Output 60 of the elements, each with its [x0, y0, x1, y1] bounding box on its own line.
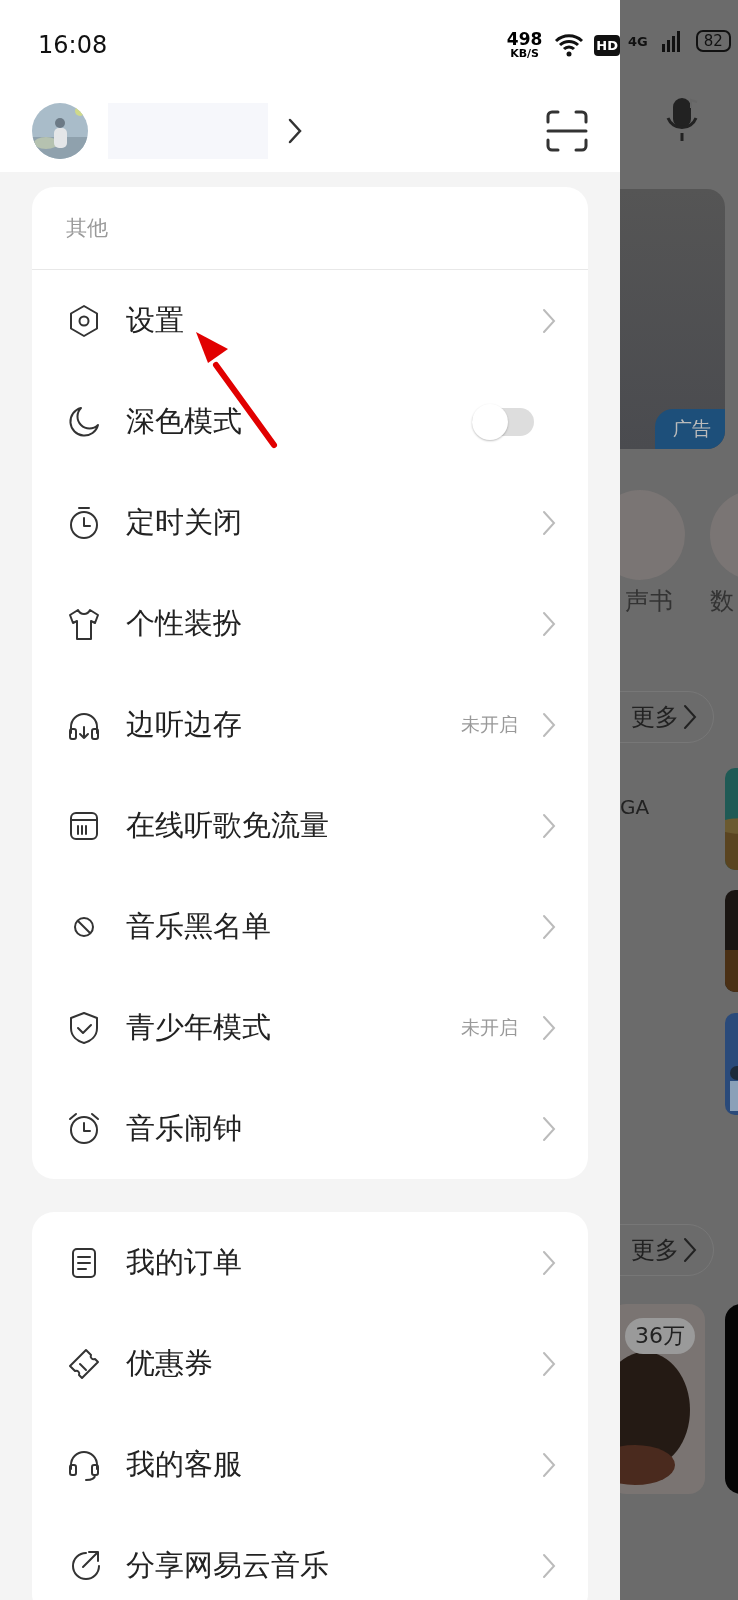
chevron-icon — [288, 118, 302, 144]
menu-label: 个性装扮 — [126, 604, 243, 642]
chevron-icon — [542, 1014, 556, 1041]
network-speed-unit: KB/S — [510, 48, 539, 59]
menu-item[interactable]: 定时关闭 — [32, 472, 588, 573]
menu-label: 边听边存 — [126, 705, 243, 743]
network-speed: 498 — [506, 31, 543, 48]
menu-item[interactable]: 在线听歌免流量 — [32, 775, 588, 876]
status-text: 未开启 — [461, 1014, 518, 1040]
chevron-icon — [542, 1552, 556, 1579]
shortcut-label: 声书 — [625, 586, 673, 617]
menu-item[interactable]: 青少年模式 未开启 — [32, 977, 588, 1078]
chevron-icon — [542, 610, 556, 637]
menu-label: 我的订单 — [126, 1243, 243, 1281]
menu-label: 深色模式 — [126, 402, 243, 440]
song-text: GA — [620, 795, 650, 819]
battery-level: 82 — [695, 30, 731, 52]
menu-label: 设置 — [126, 301, 185, 339]
chevron-icon — [542, 307, 556, 334]
menu-item[interactable]: 音乐闹钟 — [32, 1078, 588, 1179]
menu-label: 音乐黑名单 — [126, 907, 272, 945]
menu-label: 优惠券 — [126, 1344, 214, 1382]
menu-item[interactable]: 设置 — [32, 270, 588, 371]
menu-item[interactable]: 我的客服 — [32, 1414, 588, 1515]
chevron-icon — [542, 913, 556, 940]
chevron-icon — [542, 1115, 556, 1142]
shortcut-label: 数 — [710, 586, 734, 617]
menu-item[interactable]: 个性装扮 — [32, 573, 588, 674]
menu-label: 我的客服 — [126, 1445, 243, 1483]
scan-icon[interactable] — [546, 110, 588, 152]
ad-label: 广告 — [655, 409, 725, 449]
menu-item[interactable]: 优惠券 — [32, 1313, 588, 1414]
chevron-icon — [683, 1237, 697, 1263]
status-time: 16:08 — [38, 31, 108, 59]
chevron-icon — [542, 1350, 556, 1377]
chevron-icon — [542, 812, 556, 839]
status-text: 未开启 — [461, 711, 518, 737]
menu-item[interactable]: 边听边存 未开启 — [32, 674, 588, 775]
alarm-clock-icon — [66, 1110, 102, 1147]
signal-icon — [661, 30, 682, 52]
menu-item[interactable]: 音乐黑名单 — [32, 876, 588, 977]
menu-label: 音乐闹钟 — [126, 1109, 243, 1147]
menu-label: 在线听歌免流量 — [126, 806, 330, 844]
chevron-icon — [542, 509, 556, 536]
network-type: 4G — [628, 33, 648, 49]
chevron-icon — [542, 711, 556, 738]
menu-item[interactable]: 深色模式 — [32, 371, 588, 472]
ad-banner[interactable]: 广告 — [620, 189, 725, 449]
play-count: 36万 — [625, 1318, 695, 1354]
menu-item[interactable]: 分享网易云音乐 — [32, 1515, 588, 1600]
section-header: 其他 — [66, 215, 108, 242]
wifi-icon — [554, 33, 585, 57]
menu-item[interactable]: 我的订单 — [32, 1212, 588, 1313]
chevron-icon — [683, 704, 697, 730]
menu-label: 青少年模式 — [126, 1008, 272, 1046]
hd-badge: HD — [594, 34, 620, 56]
menu-label: 定时关闭 — [126, 503, 243, 541]
chevron-icon — [542, 1451, 556, 1478]
chevron-icon — [542, 1249, 556, 1276]
menu-label: 分享网易云音乐 — [126, 1546, 330, 1584]
